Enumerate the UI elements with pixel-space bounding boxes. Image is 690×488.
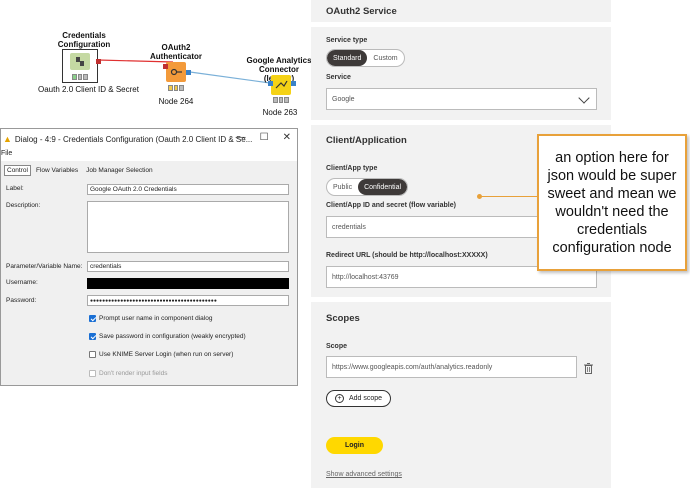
prompt-username-label: Prompt user name in component dialog bbox=[99, 315, 213, 322]
tab-job-manager[interactable]: Job Manager Selection bbox=[83, 165, 156, 176]
password-caption: Password: bbox=[6, 297, 37, 304]
oauth-service-heading: OAuth2 Service bbox=[326, 6, 397, 17]
warning-icon: ▲ bbox=[3, 134, 12, 144]
credentials-node-label: Oauth 2.0 Client ID & Secret bbox=[38, 85, 139, 94]
callout-pointer-line bbox=[480, 196, 538, 197]
analytics-icon bbox=[271, 75, 291, 95]
client-id-value: credentials bbox=[332, 223, 366, 231]
dialog-title: Dialog - 4:9 - Credentials Configuration… bbox=[14, 134, 253, 144]
checkbox-disabled-icon bbox=[89, 370, 96, 377]
credentials-dialog: ▲ Dialog - 4:9 - Credentials Configurati… bbox=[0, 128, 298, 386]
close-button[interactable]: ✕ bbox=[283, 132, 291, 143]
show-advanced-settings-link[interactable]: Show advanced settings bbox=[326, 471, 402, 478]
maximize-button[interactable]: ☐ bbox=[260, 132, 269, 143]
oauth-node[interactable] bbox=[163, 62, 191, 94]
section-divider bbox=[311, 297, 611, 302]
node-status-lights bbox=[168, 85, 185, 91]
login-button[interactable]: Login bbox=[326, 437, 383, 454]
trash-icon[interactable] bbox=[584, 363, 593, 374]
label-input[interactable]: Google OAuth 2.0 Credentials bbox=[87, 184, 289, 195]
password-input[interactable]: ●●●●●●●●●●●●●●●●●●●●●●●●●●●●●●●●●●●●●●●●… bbox=[87, 295, 289, 306]
checkbox-checked-icon bbox=[89, 333, 96, 340]
service-type-toggle: Standard Custom bbox=[326, 49, 405, 67]
service-type-label: Service type bbox=[326, 37, 368, 44]
section-divider bbox=[311, 22, 611, 27]
node-status-lights bbox=[72, 74, 89, 80]
minimize-button[interactable]: — bbox=[236, 132, 246, 143]
key-icon bbox=[166, 62, 186, 82]
oauth-node-title: OAuth2 Authenticator bbox=[150, 43, 202, 61]
scope-input[interactable]: https://www.googleapis.com/auth/analytic… bbox=[326, 356, 577, 378]
prompt-username-checkbox[interactable]: Prompt user name in component dialog bbox=[89, 315, 212, 322]
add-scope-label: Add scope bbox=[349, 395, 383, 402]
no-render-label: Don't render input fields bbox=[99, 370, 168, 377]
callout-text: an option here for json would be super s… bbox=[547, 149, 677, 256]
analytics-output-port[interactable] bbox=[291, 81, 296, 86]
server-login-checkbox[interactable]: Use KNIME Server Login (when run on serv… bbox=[89, 351, 233, 358]
service-value: Google bbox=[332, 95, 355, 103]
chevron-down-icon bbox=[578, 92, 590, 104]
callout-pointer-dot bbox=[477, 194, 482, 199]
tab-control[interactable]: Control bbox=[4, 165, 31, 176]
dialog-tabs: Control Flow Variables Job Manager Selec… bbox=[1, 161, 297, 176]
credentials-node-title: Credentials Configuration bbox=[57, 31, 111, 49]
analytics-input-port[interactable] bbox=[268, 81, 273, 86]
service-type-custom[interactable]: Custom bbox=[367, 50, 403, 66]
annotation-callout: an option here for json would be super s… bbox=[537, 134, 687, 271]
workflow-canvas[interactable]: Credentials Configuration Oauth 2.0 Clie… bbox=[0, 0, 312, 130]
client-id-label: Client/App ID and secret (flow variable) bbox=[326, 202, 456, 209]
save-password-label: Save password in configuration (weakly e… bbox=[99, 333, 246, 340]
service-label: Service bbox=[326, 74, 351, 81]
redirect-url-value: http://localhost:43769 bbox=[332, 273, 399, 281]
username-input[interactable] bbox=[87, 278, 289, 289]
scope-label: Scope bbox=[326, 343, 348, 350]
plus-icon: + bbox=[335, 394, 344, 403]
dialog-menubar: File bbox=[1, 149, 297, 161]
redirect-url-label: Redirect URL (should be http://localhost… bbox=[326, 252, 488, 259]
param-input[interactable]: credentials bbox=[87, 261, 289, 272]
checkbox-unchecked-icon bbox=[89, 351, 96, 358]
dialog-control-panel: Label: Google OAuth 2.0 Credentials Desc… bbox=[3, 177, 295, 382]
client-type-public[interactable]: Public bbox=[327, 179, 358, 195]
client-type-label: Client/App type bbox=[326, 165, 378, 172]
server-login-label: Use KNIME Server Login (when run on serv… bbox=[99, 351, 234, 358]
client-application-heading: Client/Application bbox=[326, 135, 407, 146]
analytics-node-label: Node 263 bbox=[262, 108, 298, 117]
oauth-output-port[interactable] bbox=[186, 70, 191, 75]
dialog-titlebar[interactable]: ▲ Dialog - 4:9 - Credentials Configurati… bbox=[1, 129, 297, 149]
no-render-checkbox[interactable]: Don't render input fields bbox=[89, 370, 167, 377]
param-caption: Parameter/Variable Name: bbox=[6, 263, 83, 270]
credentials-output-port[interactable] bbox=[96, 59, 101, 64]
oauth-node-label: Node 264 bbox=[158, 97, 194, 106]
scope-value: https://www.googleapis.com/auth/analytic… bbox=[332, 363, 493, 371]
section-divider bbox=[311, 120, 611, 125]
scopes-heading: Scopes bbox=[326, 313, 360, 324]
node-status-lights bbox=[273, 97, 290, 103]
service-select[interactable]: Google bbox=[326, 88, 597, 110]
client-type-confidential[interactable]: Confidential bbox=[358, 179, 408, 195]
credentials-node-icon bbox=[70, 53, 90, 70]
tab-flow-variables[interactable]: Flow Variables bbox=[33, 165, 81, 176]
menu-file[interactable]: File bbox=[1, 150, 12, 157]
username-caption: Username: bbox=[6, 279, 38, 286]
analytics-node[interactable] bbox=[268, 75, 296, 105]
checkbox-checked-icon bbox=[89, 315, 96, 322]
oauth-input-port[interactable] bbox=[163, 64, 168, 69]
description-input[interactable] bbox=[87, 201, 289, 253]
client-type-toggle: Public Confidential bbox=[326, 178, 409, 196]
description-caption: Description: bbox=[6, 202, 41, 209]
add-scope-button[interactable]: + Add scope bbox=[326, 390, 392, 407]
service-type-standard[interactable]: Standard bbox=[327, 50, 368, 66]
save-password-checkbox[interactable]: Save password in configuration (weakly e… bbox=[89, 333, 246, 340]
credentials-node[interactable] bbox=[62, 49, 101, 83]
label-caption: Label: bbox=[6, 185, 24, 192]
